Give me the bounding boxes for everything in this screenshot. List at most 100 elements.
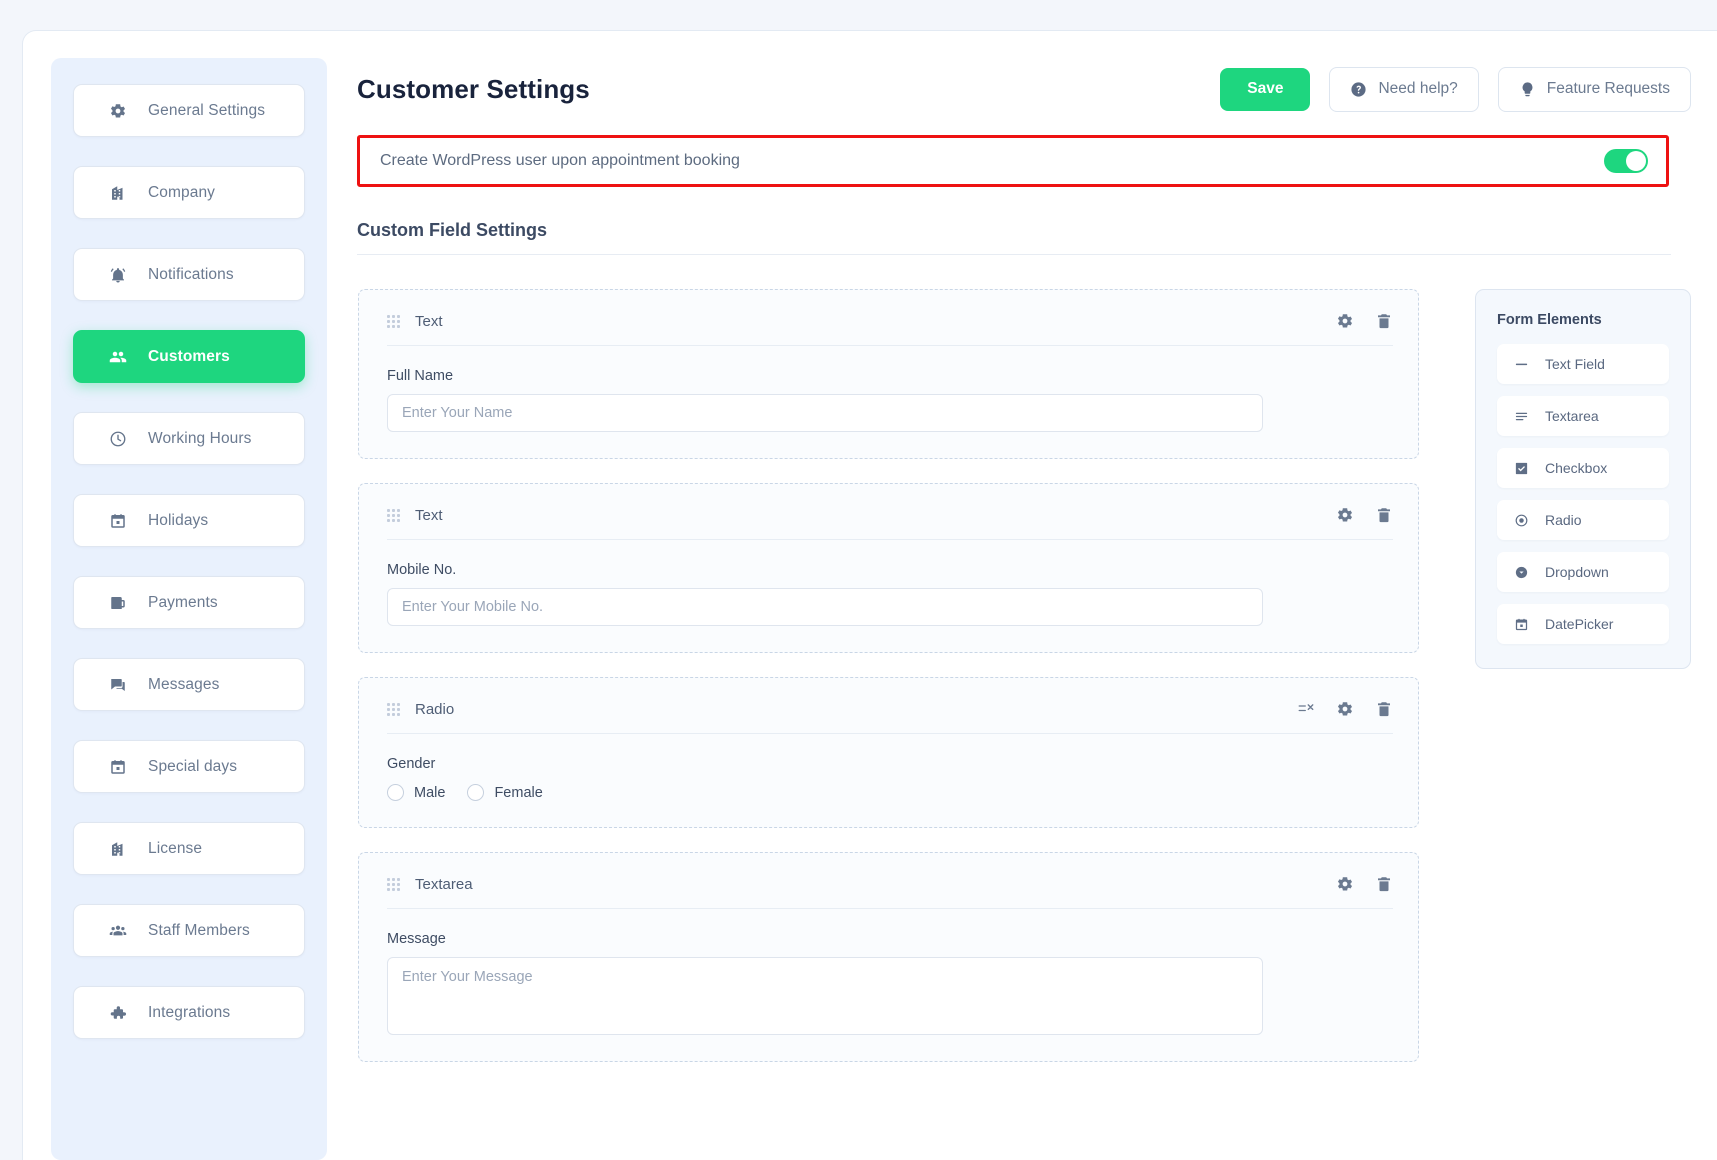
- field-actions: [1336, 506, 1393, 524]
- sidebar-item-notifications[interactable]: Notifications: [73, 248, 305, 301]
- field-label: Mobile No.: [387, 562, 457, 578]
- textarea-icon: [1514, 409, 1530, 424]
- field-actions: [1297, 700, 1393, 718]
- edit-options-icon[interactable]: [1297, 700, 1315, 718]
- sidebar-item-company[interactable]: Company: [73, 166, 305, 219]
- settings-gear-icon[interactable]: [1336, 700, 1354, 718]
- feature-requests-button[interactable]: Feature Requests: [1497, 66, 1691, 112]
- trash-icon[interactable]: [1375, 875, 1393, 893]
- form-element-label: Textarea: [1545, 408, 1599, 424]
- toggle-knob: [1626, 151, 1646, 171]
- radio-circle-icon: [387, 784, 404, 801]
- sidebar-item-holidays[interactable]: Holidays: [73, 494, 305, 547]
- sidebar-item-label: Company: [148, 183, 216, 201]
- form-elements-title: Form Elements: [1497, 312, 1602, 328]
- sidebar-item-license[interactable]: License: [73, 822, 305, 875]
- radio-group: Male Female: [387, 784, 1393, 801]
- radio-circle-icon: [467, 784, 485, 801]
- radio-option-label: Male: [414, 784, 446, 801]
- drag-handle-icon[interactable]: [387, 703, 400, 716]
- trash-icon[interactable]: [1375, 312, 1393, 330]
- custom-field-card: Radio Gender Male Female: [358, 677, 1419, 828]
- custom-field-header: Text: [387, 506, 1393, 540]
- sidebar-item-working-hours[interactable]: Working Hours: [73, 412, 305, 465]
- drag-handle-icon[interactable]: [387, 509, 400, 522]
- drag-handle-icon[interactable]: [387, 315, 400, 328]
- form-element-label: Dropdown: [1545, 564, 1609, 580]
- form-element-label: Radio: [1545, 512, 1582, 528]
- field-input[interactable]: Enter Your Mobile No.: [387, 588, 1263, 626]
- gear-icon: [108, 101, 128, 121]
- settings-gear-icon[interactable]: [1336, 312, 1354, 330]
- trash-icon[interactable]: [1375, 506, 1393, 524]
- form-element-text-field[interactable]: Text Field: [1497, 344, 1669, 384]
- radio-option[interactable]: Male: [387, 784, 445, 801]
- field-label: Full Name: [387, 368, 454, 384]
- save-button[interactable]: Save: [1220, 67, 1311, 111]
- feature-requests-label: Feature Requests: [1546, 80, 1670, 97]
- custom-field-header: Textarea: [387, 875, 1393, 909]
- sidebar-item-messages[interactable]: Messages: [73, 658, 305, 711]
- wallet-icon: [108, 593, 128, 613]
- sidebar-item-label: Customers: [148, 347, 230, 365]
- custom-field-header: Radio: [387, 700, 1393, 734]
- calendar-icon: [108, 511, 128, 531]
- form-element-checkbox[interactable]: Checkbox: [1497, 448, 1669, 488]
- radio-option[interactable]: Female: [467, 784, 543, 801]
- app-window: General Settings Company Notifications Cust…: [22, 30, 1717, 1160]
- checkbox-icon: [1514, 461, 1530, 476]
- puzzle-icon: [108, 1003, 128, 1023]
- field-textarea[interactable]: Enter Your Message: [387, 957, 1263, 1035]
- field-input[interactable]: Enter Your Name: [387, 394, 1263, 432]
- form-element-radio[interactable]: Radio: [1497, 500, 1669, 540]
- form-element-datepicker[interactable]: DatePicker: [1497, 604, 1669, 644]
- main-content: Customer Settings Save Need help? Featur…: [327, 31, 1717, 1160]
- wordpress-user-setting-row: Create WordPress user upon appointment b…: [357, 135, 1669, 187]
- lightbulb-icon: [1519, 81, 1536, 98]
- custom-fields-list: Text Full Name Enter Your Name Text Mobile N…: [357, 289, 1419, 1086]
- radio-option-label: Female: [494, 784, 543, 801]
- sidebar-item-label: Holidays: [148, 511, 209, 529]
- need-help-button[interactable]: Need help?: [1329, 66, 1479, 112]
- form-element-label: Text Field: [1545, 356, 1605, 372]
- calendar-icon: [108, 757, 128, 777]
- sidebar-item-label: Messages: [148, 675, 220, 693]
- drag-handle-icon[interactable]: [387, 878, 400, 891]
- building-icon: [108, 839, 128, 859]
- sidebar-item-label: Working Hours: [148, 429, 252, 447]
- sidebar-item-general-settings[interactable]: General Settings: [73, 84, 305, 137]
- wordpress-user-toggle[interactable]: [1604, 149, 1648, 173]
- building-icon: [108, 183, 128, 203]
- custom-field-card: Textarea Message Enter Your Message: [358, 852, 1419, 1062]
- need-help-label: Need help?: [1378, 80, 1458, 97]
- form-elements-column: Form Elements Text Field Textarea Checkbox…: [1475, 289, 1691, 1086]
- trash-icon[interactable]: [1375, 700, 1393, 718]
- group-icon: [108, 921, 128, 941]
- sidebar-item-label: Notifications: [148, 265, 234, 283]
- custom-field-card: Text Mobile No. Enter Your Mobile No.: [358, 483, 1419, 653]
- clock-icon: [108, 429, 128, 449]
- form-element-textarea[interactable]: Textarea: [1497, 396, 1669, 436]
- page-toolbar: Customer Settings Save Need help? Featur…: [357, 61, 1717, 117]
- field-type-label: Textarea: [415, 875, 473, 893]
- settings-gear-icon[interactable]: [1336, 875, 1354, 893]
- sidebar-item-special-days[interactable]: Special days: [73, 740, 305, 793]
- field-type-label: Text: [415, 312, 443, 330]
- settings-gear-icon[interactable]: [1336, 506, 1354, 524]
- sidebar-item-payments[interactable]: Payments: [73, 576, 305, 629]
- page-title: Customer Settings: [357, 73, 590, 104]
- datepicker-icon: [1514, 617, 1530, 632]
- radio-icon: [1514, 513, 1530, 528]
- people-icon: [108, 347, 128, 367]
- form-element-label: DatePicker: [1545, 616, 1614, 632]
- question-circle-icon: [1350, 81, 1367, 98]
- sidebar-item-integrations[interactable]: Integrations: [73, 986, 305, 1039]
- sidebar-item-customers[interactable]: Customers: [73, 330, 305, 383]
- sidebar-item-label: Staff Members: [148, 921, 250, 939]
- section-divider: [357, 254, 1671, 255]
- sidebar-item-staff-members[interactable]: Staff Members: [73, 904, 305, 957]
- form-element-label: Checkbox: [1545, 460, 1608, 476]
- custom-field-settings-heading: Custom Field Settings: [357, 220, 548, 240]
- sidebar-item-label: Integrations: [148, 1003, 231, 1021]
- form-element-dropdown[interactable]: Dropdown: [1497, 552, 1669, 592]
